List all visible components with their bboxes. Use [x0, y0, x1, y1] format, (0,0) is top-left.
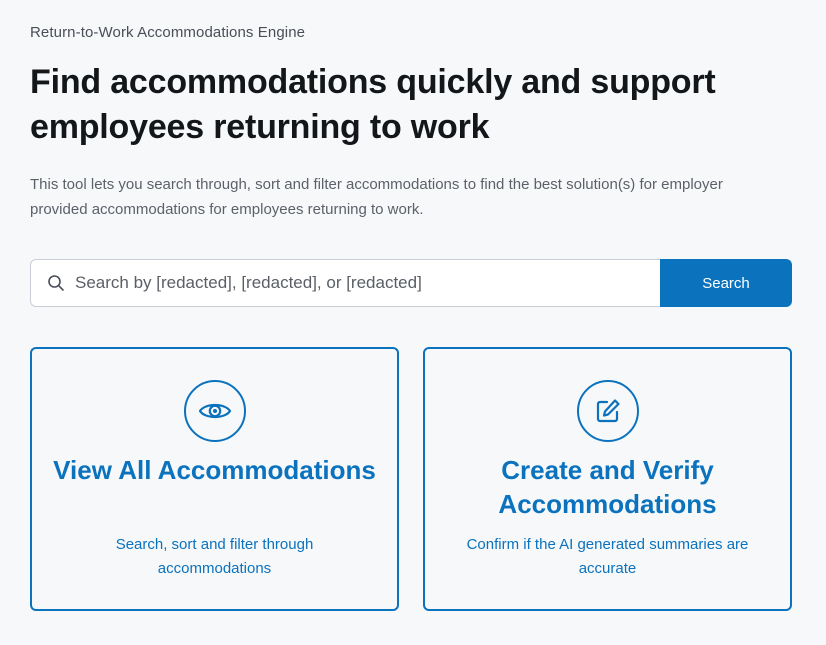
card-description: Confirm if the AI generated summaries ar…: [466, 536, 749, 577]
card-description: Search, sort and filter through accommod…: [115, 536, 314, 577]
search-input[interactable]: [75, 260, 660, 306]
card-title: View All Accommodations: [53, 455, 376, 485]
edit-icon: [576, 380, 639, 442]
search-field-wrapper: [30, 259, 660, 307]
search-bar: Search: [30, 259, 792, 307]
eye-icon: [183, 380, 246, 442]
page: Return-to-Work Accommodations Engine Fin…: [0, 0, 826, 645]
view-all-accommodations-card[interactable]: View All Accommodations Search, sort and…: [30, 347, 399, 611]
card-title: Create and Verify Accommodations: [498, 455, 717, 519]
create-verify-accommodations-card[interactable]: Create and Verify Accommodations Confirm…: [423, 347, 792, 611]
search-button[interactable]: Search: [660, 259, 792, 307]
search-icon: [47, 274, 65, 292]
intro-text: This tool lets you search through, sort …: [30, 176, 723, 218]
page-title: Find accommodations quickly and support …: [30, 63, 716, 146]
app-name-eyebrow: Return-to-Work Accommodations Engine: [30, 24, 306, 41]
